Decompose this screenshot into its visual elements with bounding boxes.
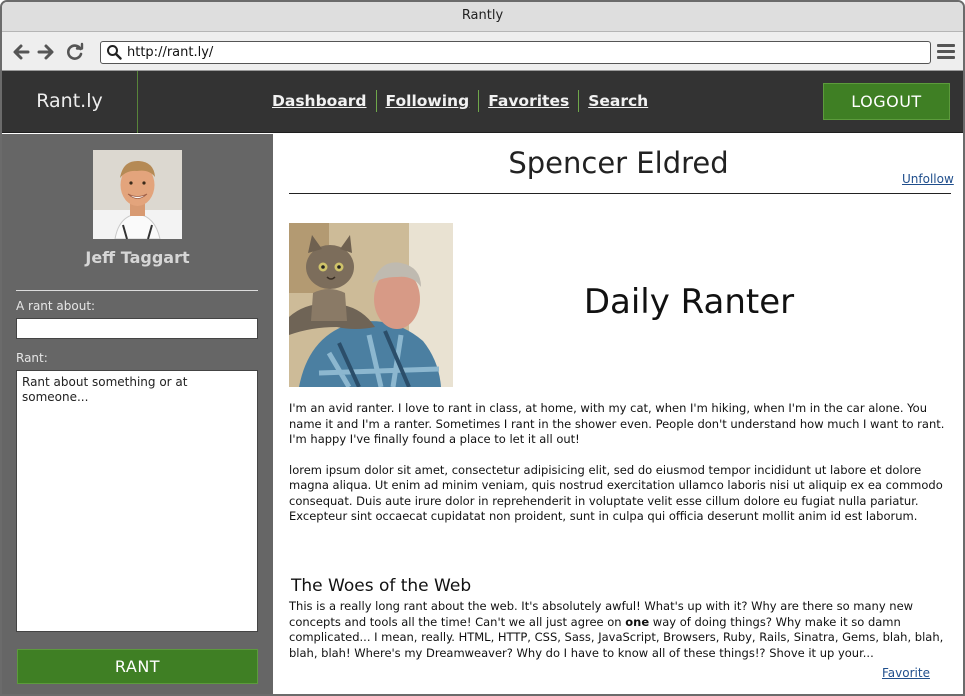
profile-name: Spencer Eldred bbox=[508, 146, 729, 180]
unfollow-link[interactable]: Unfollow bbox=[902, 172, 954, 186]
user-avatar bbox=[93, 150, 182, 239]
post-body-emphasis: one bbox=[625, 614, 650, 629]
divider bbox=[16, 290, 258, 291]
url-text: http://rant.ly/ bbox=[127, 45, 214, 60]
profile-tagline: Daily Ranter bbox=[583, 282, 795, 322]
forward-arrow-icon[interactable] bbox=[36, 42, 56, 62]
post-title: The Woes of the Web bbox=[291, 576, 472, 596]
profile-bio: I'm an avid ranter. I love to rant in cl… bbox=[289, 401, 951, 540]
browser-window: Rantly http://rant.ly/ Rant.ly Dashboard… bbox=[0, 0, 965, 696]
reload-icon[interactable] bbox=[65, 42, 85, 62]
favorite-link[interactable]: Favorite bbox=[882, 666, 930, 680]
sidebar: Jeff Taggart A rant about: Rant: Rant ab… bbox=[2, 134, 273, 694]
nav-favorites[interactable]: Favorites bbox=[478, 90, 578, 112]
rant-about-input[interactable] bbox=[16, 318, 258, 339]
post-body: This is a really long rant about the web… bbox=[289, 599, 951, 661]
brand-logo[interactable]: Rant.ly bbox=[2, 71, 138, 133]
rant-label: Rant: bbox=[16, 351, 48, 365]
app-header: Rant.ly Dashboard Following Favorites Se… bbox=[2, 71, 963, 133]
back-arrow-icon[interactable] bbox=[11, 42, 31, 62]
profile-panel: Spencer Eldred Unfollow Daily Ranter I'm… bbox=[274, 134, 963, 694]
address-bar[interactable]: http://rant.ly/ bbox=[100, 41, 931, 64]
browser-toolbar: http://rant.ly/ bbox=[2, 32, 963, 71]
divider bbox=[289, 193, 951, 194]
window-title: Rantly bbox=[2, 2, 963, 32]
profile-photo bbox=[289, 223, 453, 387]
bio-paragraph: lorem ipsum dolor sit amet, consectetur … bbox=[289, 462, 943, 524]
nav-following[interactable]: Following bbox=[375, 90, 479, 112]
nav-search[interactable]: Search bbox=[578, 90, 657, 112]
bio-paragraph: I'm an avid ranter. I love to rant in cl… bbox=[289, 401, 945, 446]
rant-button[interactable]: RANT bbox=[17, 649, 258, 684]
nav-dashboard[interactable]: Dashboard bbox=[272, 90, 376, 112]
hamburger-menu-icon[interactable] bbox=[937, 44, 955, 60]
search-icon bbox=[107, 45, 122, 60]
rant-about-label: A rant about: bbox=[16, 299, 96, 313]
rant-textarea[interactable]: Rant about something or at someone... bbox=[16, 370, 258, 632]
user-name: Jeff Taggart bbox=[85, 248, 190, 267]
logout-button[interactable]: LOGOUT bbox=[823, 83, 950, 120]
main-nav: Dashboard Following Favorites Search bbox=[272, 90, 657, 112]
